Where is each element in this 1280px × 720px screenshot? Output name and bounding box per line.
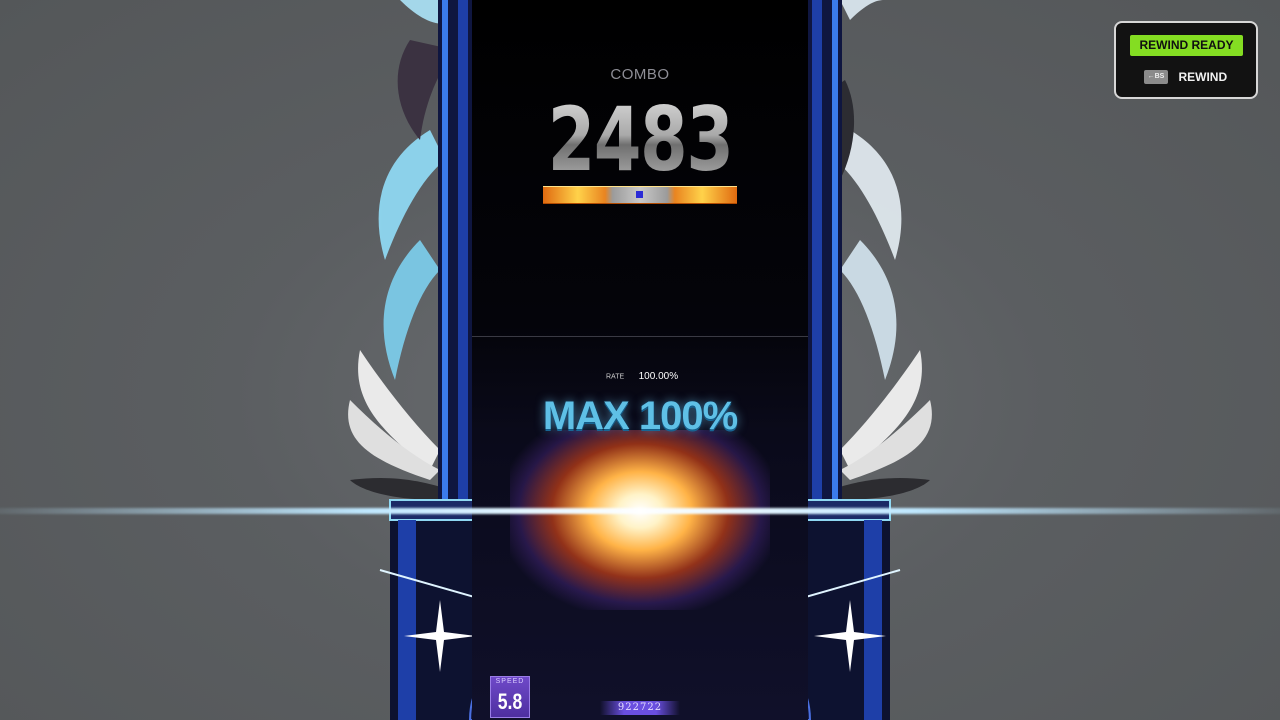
backspace-key-icon: ←BS (1144, 69, 1168, 84)
combo-label: COMBO (610, 66, 670, 83)
right-wing-decoration (830, 0, 932, 500)
rewind-ready-badge: REWIND READY (1130, 35, 1243, 56)
lane-divider (472, 336, 808, 337)
rate-label: RATE (606, 373, 625, 381)
rate-display: RATE 100.00% (606, 368, 678, 386)
judgement-text: MAX 100% (542, 394, 738, 438)
speed-indicator: SPEED 5.8 (490, 676, 530, 718)
play-lane: COMBO 2483 RATE 100.00% MAX 100% (472, 0, 808, 720)
rewind-button[interactable]: ←BS REWIND (1144, 68, 1227, 84)
score-display: 922722 (600, 701, 680, 715)
speed-value: 5.8 (497, 689, 523, 714)
hit-burst-effect (510, 430, 770, 610)
judgement-line-flare (0, 508, 1280, 514)
rate-value: 100.00% (638, 371, 679, 383)
rewind-panel: REWIND READY ←BS REWIND (1114, 21, 1258, 99)
speed-label: SPEED (495, 678, 525, 685)
combo-counter: 2483 (509, 92, 771, 188)
combo-gauge-marker (636, 191, 643, 198)
rewind-label: REWIND (1178, 69, 1228, 84)
combo-gauge (543, 186, 737, 204)
